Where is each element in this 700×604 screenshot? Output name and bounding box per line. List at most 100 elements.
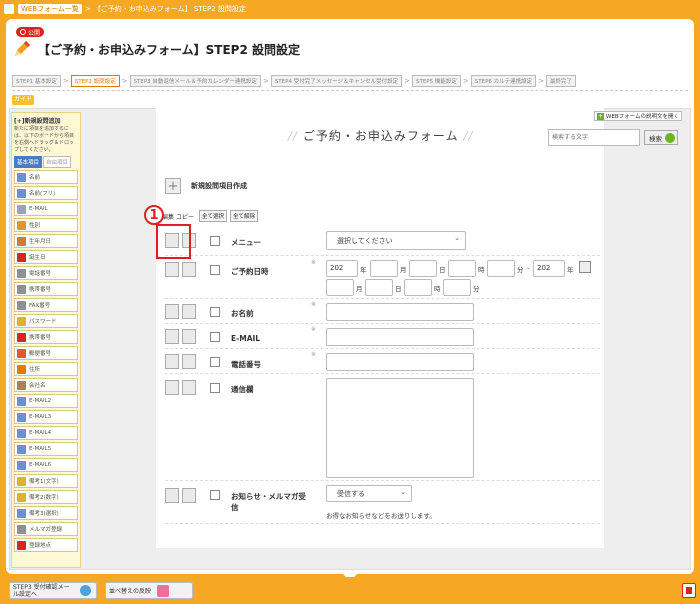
newsletter-select[interactable]: 受信する ⌄ bbox=[326, 485, 412, 502]
palette-item[interactable]: 携帯番号 bbox=[14, 282, 78, 296]
palette-heading[interactable]: [+]新規設問追加 bbox=[14, 116, 78, 125]
copy-icon[interactable] bbox=[182, 354, 196, 369]
edit-pencil-icon[interactable] bbox=[165, 262, 179, 277]
field-icon bbox=[17, 412, 26, 422]
palette-item[interactable]: 電話番号 bbox=[14, 266, 78, 280]
step-2[interactable]: STEP2 設問設定 bbox=[70, 75, 120, 87]
row-checkbox[interactable] bbox=[210, 383, 220, 393]
select-all-button[interactable]: 全て選択 bbox=[199, 210, 228, 222]
palette-item[interactable]: 名前 bbox=[14, 170, 78, 184]
title-deco-left: // bbox=[288, 129, 299, 143]
palette-item[interactable]: E-MAIL3 bbox=[14, 410, 78, 424]
add-icon[interactable]: + bbox=[165, 178, 181, 194]
home-icon[interactable] bbox=[4, 3, 14, 14]
start-minute-input[interactable] bbox=[487, 260, 515, 277]
palette-item[interactable]: 登録地点 bbox=[14, 538, 78, 552]
guide-button[interactable]: ガイド bbox=[12, 95, 34, 105]
palette-item-label: パスワード bbox=[29, 319, 57, 325]
palette-item-label: E-MAIL bbox=[29, 206, 48, 212]
palette-item[interactable]: パスワード bbox=[14, 314, 78, 328]
start-hour-input[interactable] bbox=[448, 260, 476, 277]
step-arrow: > bbox=[404, 77, 410, 85]
edit-pencil-icon[interactable] bbox=[165, 488, 179, 503]
email-input[interactable] bbox=[326, 328, 474, 346]
palette-item[interactable]: 会社名 bbox=[14, 378, 78, 392]
message-textarea[interactable] bbox=[326, 378, 474, 478]
palette-item[interactable]: E-MAIL bbox=[14, 202, 78, 216]
row-checkbox[interactable] bbox=[210, 307, 220, 317]
row-checkbox[interactable] bbox=[210, 490, 220, 500]
calendar-icon[interactable] bbox=[579, 261, 591, 273]
end-minute-input[interactable] bbox=[443, 279, 471, 296]
breadcrumb-form-list[interactable]: WEBフォーム一覧 bbox=[18, 3, 82, 14]
copy-icon[interactable] bbox=[182, 262, 196, 277]
field-icon bbox=[17, 316, 26, 326]
edit-pencil-icon[interactable] bbox=[165, 380, 179, 395]
required-mark: ※ bbox=[311, 326, 317, 333]
edit-pencil-icon[interactable] bbox=[165, 354, 179, 369]
step-5[interactable]: STEP5 機能設定 bbox=[411, 75, 461, 87]
end-month-input[interactable] bbox=[326, 279, 354, 296]
start-month-input[interactable] bbox=[370, 260, 398, 277]
search-input[interactable] bbox=[548, 129, 640, 146]
plus-icon: + bbox=[597, 112, 604, 120]
search-button[interactable]: 検索 bbox=[644, 130, 678, 145]
new-item-row[interactable]: + 新規設問項目作成 bbox=[165, 178, 247, 194]
unit-year: 年 bbox=[360, 266, 367, 274]
copy-icon[interactable] bbox=[182, 380, 196, 395]
palette-item[interactable]: 備考3(選択) bbox=[14, 506, 78, 520]
end-day-input[interactable] bbox=[365, 279, 393, 296]
palette-item[interactable]: 名前(フリ) bbox=[14, 186, 78, 200]
palette-item-label: 誕生日 bbox=[29, 255, 46, 261]
row-checkbox[interactable] bbox=[210, 236, 220, 246]
open-description-button[interactable]: + WEBフォームの説明文を開く bbox=[594, 111, 683, 121]
edit-pencil-icon[interactable] bbox=[165, 329, 179, 344]
next-step-button[interactable]: STEP3 受付確認メール設定へ bbox=[9, 582, 97, 599]
step-1[interactable]: STEP1 基本設定 bbox=[12, 75, 61, 87]
palette-item[interactable]: 携帯番号 bbox=[14, 330, 78, 344]
palette-item[interactable]: E-MAIL2 bbox=[14, 394, 78, 408]
list-header: 編集 コピー 全て選択 全て解除 bbox=[162, 210, 259, 222]
apply-order-button[interactable]: 並べ替えの反映 bbox=[105, 582, 193, 599]
end-year-input[interactable]: 202 bbox=[533, 260, 565, 277]
step-6[interactable]: STEP6 カルテ連携設定 bbox=[470, 75, 537, 87]
palette-item[interactable]: 生年月日 bbox=[14, 234, 78, 248]
palette-item[interactable]: 備考1(文字) bbox=[14, 474, 78, 488]
row-checkbox[interactable] bbox=[210, 265, 220, 275]
trash-icon[interactable] bbox=[682, 583, 696, 598]
start-year-input[interactable]: 202 bbox=[326, 260, 358, 277]
name-input[interactable] bbox=[326, 303, 474, 321]
field-icon bbox=[17, 476, 26, 486]
phone-input[interactable] bbox=[326, 353, 474, 371]
copy-icon[interactable] bbox=[182, 329, 196, 344]
row-checkbox[interactable] bbox=[210, 357, 220, 367]
copy-icon[interactable] bbox=[182, 304, 196, 319]
start-day-input[interactable] bbox=[409, 260, 437, 277]
palette-item[interactable]: 性別 bbox=[14, 218, 78, 232]
palette-item[interactable]: 誕生日 bbox=[14, 250, 78, 264]
palette-item-label: 携帯番号 bbox=[29, 335, 52, 341]
step-arrow: > bbox=[262, 77, 269, 85]
palette-item[interactable]: 備考2(数字) bbox=[14, 490, 78, 504]
palette-item[interactable]: メルマガ登録 bbox=[14, 522, 78, 536]
palette-item[interactable]: FAX番号 bbox=[14, 298, 78, 312]
palette-item[interactable]: 住所 bbox=[14, 362, 78, 376]
menu-select-value: 選択してください bbox=[337, 236, 393, 245]
palette-item[interactable]: 郵便番号 bbox=[14, 346, 78, 360]
clear-all-button[interactable]: 全て解除 bbox=[230, 210, 259, 222]
menu-select[interactable]: 選択してください ⌄ bbox=[326, 231, 466, 250]
copy-icon[interactable] bbox=[182, 488, 196, 503]
palette-item[interactable]: E-MAIL4 bbox=[14, 426, 78, 440]
edit-pencil-icon[interactable] bbox=[165, 304, 179, 319]
step-3[interactable]: STEP3 自動返信メール＆予約カレンダー連携設定 bbox=[129, 75, 261, 87]
question-row-email: E-MAIL ※ bbox=[165, 325, 600, 349]
tab-free-items[interactable]: 自由項目 bbox=[43, 156, 72, 168]
step-7[interactable]: 最終完了 bbox=[546, 75, 577, 87]
row-checkbox[interactable] bbox=[210, 332, 220, 342]
reorder-icon bbox=[157, 584, 170, 597]
palette-item[interactable]: E-MAIL5 bbox=[14, 442, 78, 456]
step-4[interactable]: STEP4 受付完了メッセージ＆キャンセル受付設定 bbox=[270, 75, 403, 87]
tab-basic-items[interactable]: 基本項目 bbox=[14, 156, 43, 168]
end-hour-input[interactable] bbox=[404, 279, 432, 296]
palette-item[interactable]: E-MAIL6 bbox=[14, 458, 78, 472]
